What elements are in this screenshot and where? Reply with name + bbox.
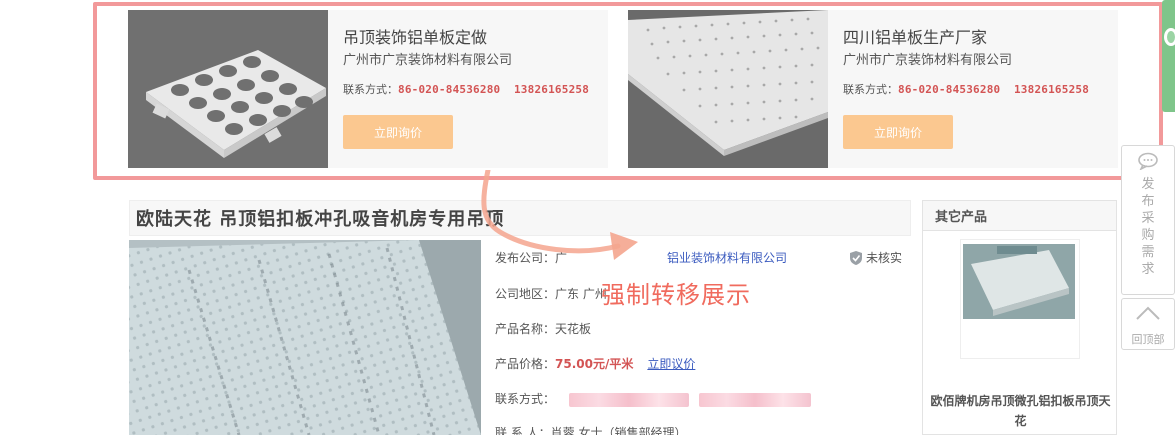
region-row: 公司地区：广东 广州 <box>495 285 607 302</box>
ad-contact-label: 联系方式： <box>343 83 398 96</box>
product-name-row: 产品名称：天花板 <box>495 320 591 337</box>
ad-company: 广州市广京装饰材料有限公司 <box>843 53 1013 68</box>
ad-card[interactable]: 四川铝单板生产厂家 广州市广京装饰材料有限公司 联系方式：86-020-8453… <box>628 10 1118 168</box>
verify-status: 未核实 <box>849 249 902 266</box>
contact-person-row: 联 系 人：肖蓉 女士（销售部经理） <box>495 424 686 435</box>
inquiry-button[interactable]: 立即询价 <box>843 115 953 149</box>
other-product-image[interactable] <box>963 244 1075 319</box>
back-to-top-button[interactable]: 回顶部 <box>1121 298 1175 350</box>
service-icon <box>1164 28 1175 46</box>
contact-person-label: 联 系 人： <box>495 426 551 435</box>
verify-label: 未核实 <box>866 251 903 265</box>
ad-contact-numbers: 86-020-84536280 13826165258 <box>398 83 590 96</box>
contact-person-value: 肖蓉 女士（销售部经理） <box>550 426 687 435</box>
price-label: 产品价格： <box>495 357 556 371</box>
post-request-label: 发布采购需求 <box>1141 177 1155 277</box>
other-products-panel: 其它产品 欧佰牌机房吊顶微孔铝扣板吊顶天花 <box>922 200 1117 435</box>
ad-contact-numbers: 86-020-84536280 13826165258 <box>898 83 1090 96</box>
redacted-phone <box>568 392 689 407</box>
chevron-up-icon <box>1136 306 1160 320</box>
region-value: 广东 广州 <box>555 287 607 301</box>
contact-label: 联系方式： <box>495 392 556 406</box>
inquiry-button[interactable]: 立即询价 <box>343 115 453 149</box>
product-image[interactable] <box>129 240 481 435</box>
ad-title[interactable]: 四川铝单板生产厂家 <box>843 24 987 48</box>
price-row: 产品价格：75.00元/平米 立即议价 <box>495 355 695 372</box>
negotiate-link[interactable]: 立即议价 <box>647 357 695 371</box>
price-value: 75.00元/平米 <box>555 357 634 371</box>
ad-product-image[interactable] <box>128 10 328 168</box>
shield-check-icon <box>850 250 862 265</box>
other-product-name[interactable]: 欧佰牌机房吊顶微孔铝扣板吊顶天花 <box>923 391 1118 431</box>
publisher-link[interactable]: 铝业装饰材料有限公司 <box>667 251 787 265</box>
chat-bubble-icon <box>1138 152 1158 171</box>
annotation-arrow <box>481 170 638 260</box>
region-label: 公司地区： <box>495 287 556 301</box>
back-to-top-label: 回顶部 <box>1131 333 1165 346</box>
annotation-label: 强制转移展示 <box>601 281 751 309</box>
product-name-value: 天花板 <box>555 322 592 336</box>
ad-company: 广州市广京装饰材料有限公司 <box>343 53 513 68</box>
ad-contact: 联系方式：86-020-84536280 13826165258 <box>843 81 1089 97</box>
other-products-heading: 其它产品 <box>923 201 1116 231</box>
ad-contact: 联系方式：86-020-84536280 13826165258 <box>343 81 589 97</box>
float-service-widget[interactable] <box>1162 0 1175 112</box>
contact-row: 联系方式： <box>495 390 811 407</box>
redacted-mobile <box>698 392 811 407</box>
ad-title[interactable]: 吊顶装饰铝单板定做 <box>343 24 487 48</box>
post-request-button[interactable]: 发布采购需求 <box>1121 145 1175 295</box>
product-name-label: 产品名称： <box>495 322 556 336</box>
ad-product-image[interactable] <box>628 10 828 168</box>
ad-card[interactable]: 吊顶装饰铝单板定做 广州市广京装饰材料有限公司 联系方式：86-020-8453… <box>128 10 608 168</box>
ad-contact-label: 联系方式： <box>843 83 898 96</box>
